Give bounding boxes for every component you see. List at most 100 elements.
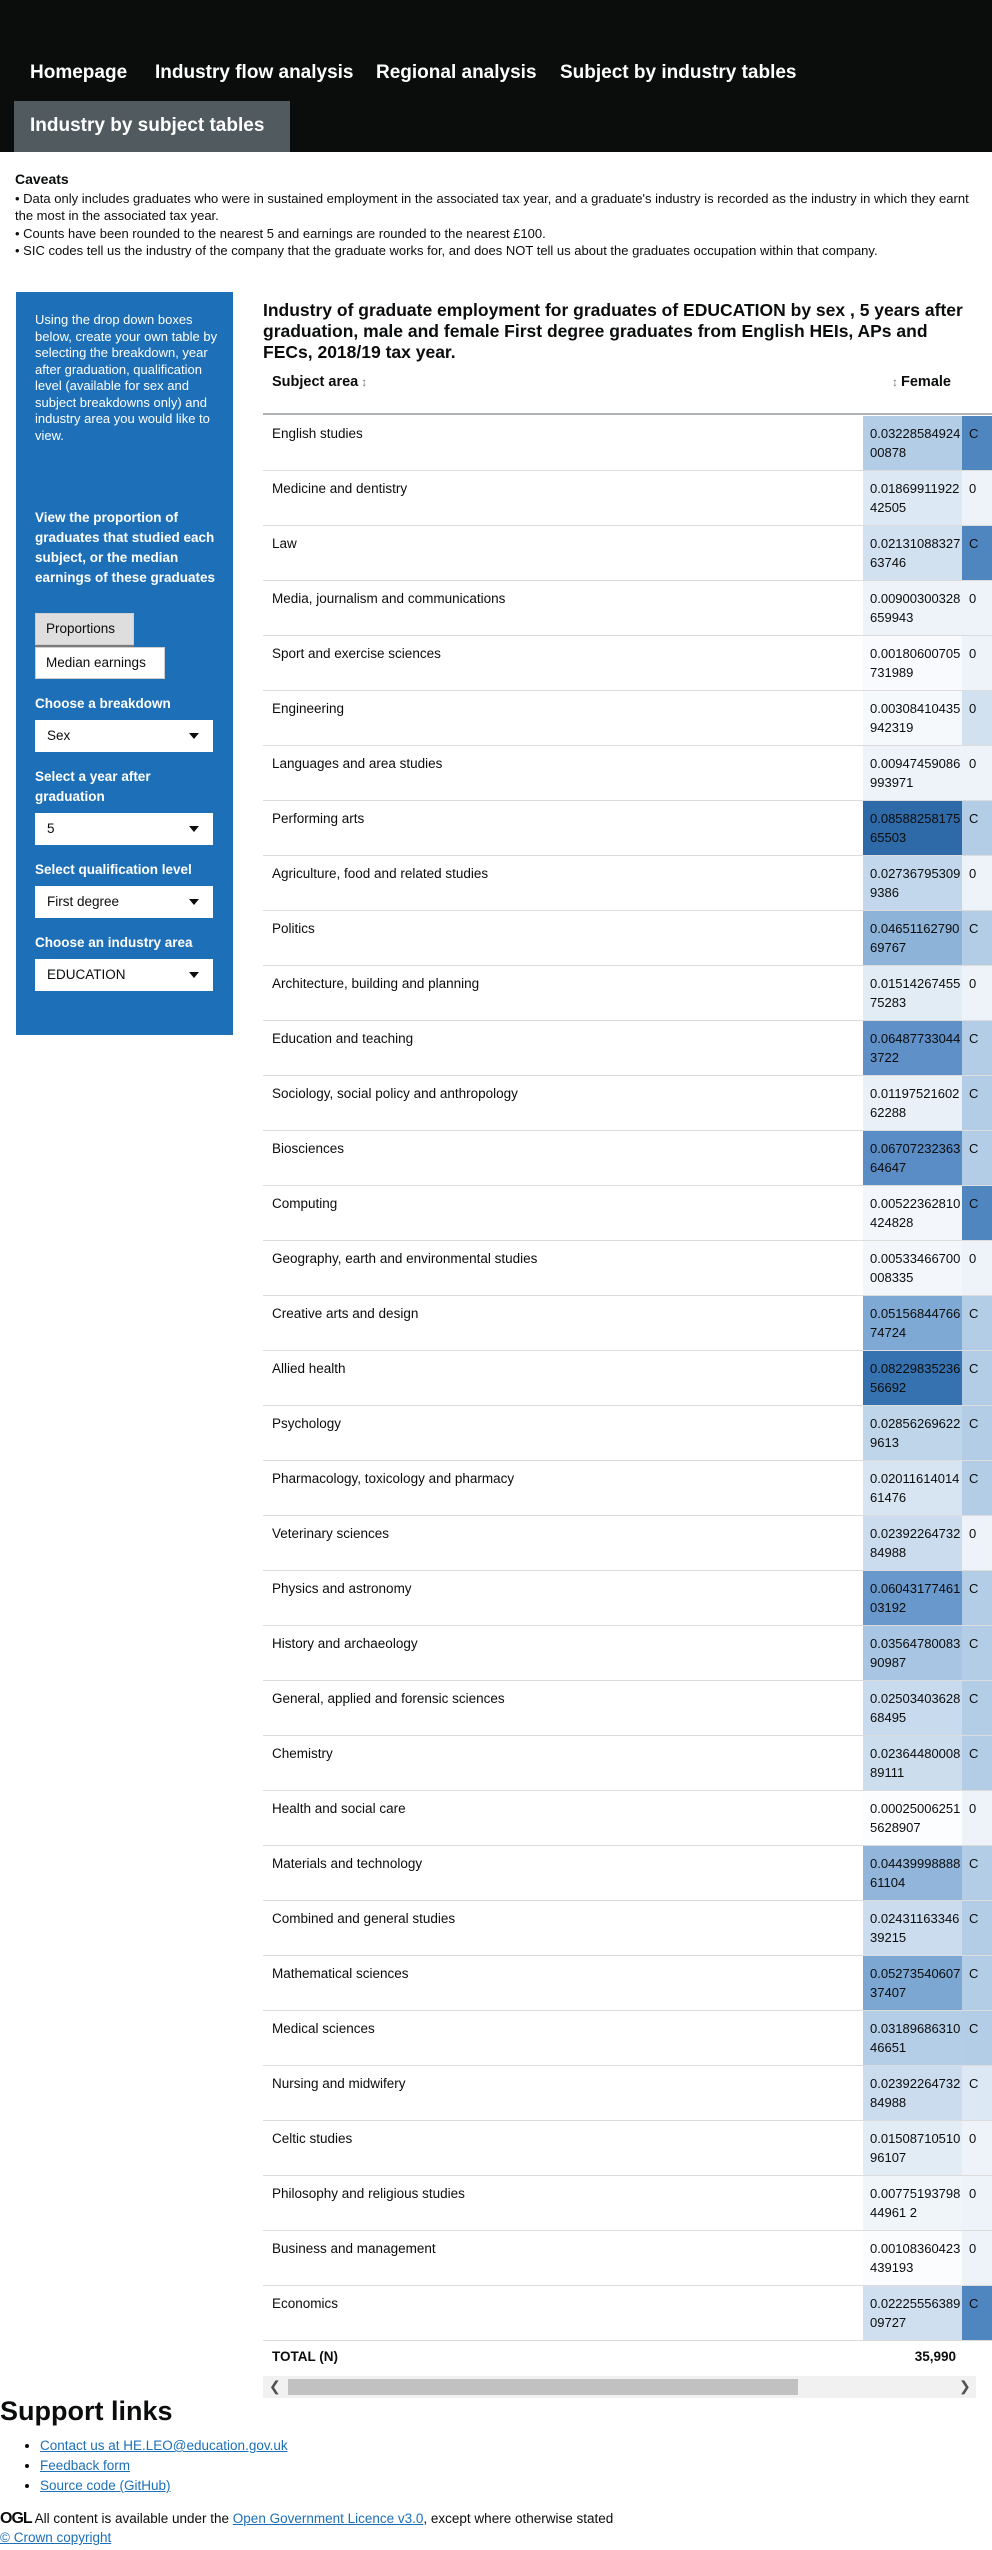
scroll-left-icon[interactable]: ❮ xyxy=(269,2378,281,2395)
feedback-link[interactable]: Feedback form xyxy=(40,2458,130,2473)
sort-icon[interactable]: ↕ xyxy=(361,375,367,389)
table-title: Industry of graduate employment for grad… xyxy=(263,300,963,362)
subject-cell: English studies xyxy=(272,426,363,441)
next-column-cell: C xyxy=(962,911,992,965)
next-column-cell: C xyxy=(962,1021,992,1075)
subject-cell: Agriculture, food and related studies xyxy=(272,866,489,881)
nav-industry-flow-analysis[interactable]: Industry flow analysis xyxy=(155,62,354,84)
table-row: Philosophy and religious studies 0.007751… xyxy=(263,2176,992,2231)
next-column-cell: C xyxy=(962,1901,992,1955)
table-row: Architecture, building and planning 0.015… xyxy=(263,966,992,1021)
table-row: Chemistry 0.0236448000889111 C xyxy=(263,1736,992,1791)
female-proportion-cell: 0.0150871051096107 xyxy=(863,2121,962,2175)
scroll-right-icon[interactable]: ❯ xyxy=(959,2378,971,2395)
horizontal-scrollbar[interactable]: ❮ ❯ xyxy=(263,2376,976,2398)
next-column-cell: C xyxy=(962,1956,992,2010)
next-column-cell: 0 xyxy=(962,636,992,690)
nav-active-label: Industry by subject tables xyxy=(30,115,265,136)
subject-cell: Economics xyxy=(272,2296,339,2311)
caveat-line: • Data only includes graduates who were … xyxy=(15,190,969,224)
industry-select[interactable]: EDUCATION xyxy=(35,959,213,991)
subject-cell: Engineering xyxy=(272,701,345,716)
next-column-cell: 0 xyxy=(962,471,992,525)
subject-cell: Law xyxy=(272,536,297,551)
subject-cell: Computing xyxy=(272,1196,338,1211)
year-select[interactable]: 5 xyxy=(35,813,213,845)
table-row: Economics 0.0222555638909727 C xyxy=(263,2286,992,2341)
contact-link[interactable]: Contact us at HE.LEO@education.gov.uk xyxy=(40,2438,288,2453)
next-column-cell: 0 xyxy=(962,1516,992,1570)
median-earnings-button[interactable]: Median earnings xyxy=(35,647,165,679)
female-proportion-cell: 0.0356478008390987 xyxy=(863,1626,962,1680)
next-column-cell: 0 xyxy=(962,746,992,800)
proportion-heading: View the proportion of graduates that st… xyxy=(35,510,216,585)
source-code-link[interactable]: Source code (GitHub) xyxy=(40,2478,171,2493)
female-proportion-cell: 0.00108360423439193 xyxy=(863,2231,962,2285)
female-proportion-cell: 0.0201161401461476 xyxy=(863,1461,962,1515)
table-row: Medical sciences 0.0318968631046651 C xyxy=(263,2011,992,2066)
next-column-cell: C xyxy=(962,801,992,855)
table-row: Veterinary sciences 0.0239226473284988 0 xyxy=(263,1516,992,1571)
next-column-cell: 0 xyxy=(962,966,992,1020)
sort-icon[interactable]: ↕ xyxy=(892,375,898,389)
table-row: Business and management 0.001083604234391… xyxy=(263,2231,992,2286)
next-column-cell: C xyxy=(962,1571,992,1625)
table-row: Allied health 0.0822983523656692 C xyxy=(263,1351,992,1406)
top-navigation-bar: Homepage Industry flow analysis Regional… xyxy=(0,0,992,152)
table-row: Media, journalism and communications 0.00… xyxy=(263,581,992,636)
proportions-button[interactable]: Proportions xyxy=(35,613,134,645)
industry-label: Choose an industry area xyxy=(35,935,193,950)
ogl-logo: OGL xyxy=(0,2510,33,2527)
next-column-cell: C xyxy=(962,1076,992,1130)
female-proportion-cell: 0.0515684476674724 xyxy=(863,1296,962,1350)
table-header-divider xyxy=(263,413,992,415)
next-column-cell: 0 xyxy=(962,691,992,745)
licence-link[interactable]: Open Government Licence v3.0 xyxy=(233,2511,424,2526)
next-column-cell: C xyxy=(962,526,992,580)
next-column-cell: 0 xyxy=(962,2121,992,2175)
subject-cell: Materials and technology xyxy=(272,1856,423,1871)
next-column-cell: C xyxy=(962,2066,992,2120)
female-proportion-cell: 0.0213108832763746 xyxy=(863,526,962,580)
nav-regional-analysis[interactable]: Regional analysis xyxy=(376,62,537,84)
female-proportion-cell: 0.0239226473284988 xyxy=(863,2066,962,2120)
scrollbar-thumb[interactable] xyxy=(288,2379,798,2395)
table-row: Law 0.0213108832763746 C xyxy=(263,526,992,581)
subject-cell: Biosciences xyxy=(272,1141,345,1156)
next-column-cell: C xyxy=(962,1186,992,1240)
table-total-row: TOTAL (N) 35,990 xyxy=(263,2340,992,2376)
crown-copyright-link[interactable]: © Crown copyright xyxy=(0,2530,111,2545)
nav-subject-by-industry-tables[interactable]: Subject by industry tables xyxy=(560,62,797,84)
subject-cell: Allied health xyxy=(272,1361,346,1376)
next-column-cell: C xyxy=(962,1296,992,1350)
female-proportion-cell: 0.0151426745575283 xyxy=(863,966,962,1020)
next-column-cell: 0 xyxy=(962,2231,992,2285)
total-female-value: 35,990 xyxy=(914,2349,956,2364)
female-proportion-cell: 0.0443999888861104 xyxy=(863,1846,962,1900)
female-proportion-cell: 0.0239226473284988 xyxy=(863,1516,962,1570)
female-proportion-cell: 0.00900300328659943 xyxy=(863,581,962,635)
table-row: History and archaeology 0.035647800839098… xyxy=(263,1626,992,1681)
qualification-value: First degree xyxy=(47,894,120,909)
female-proportion-cell: 0.0250340362868495 xyxy=(863,1681,962,1735)
female-proportion-cell: 0.00308410435942319 xyxy=(863,691,962,745)
column-header-female[interactable]: ↕ Female xyxy=(889,374,951,390)
chevron-down-icon xyxy=(189,899,199,905)
next-column-cell: C xyxy=(962,416,992,470)
next-column-cell: C xyxy=(962,1351,992,1405)
table-row: Combined and general studies 0.0243116334… xyxy=(263,1901,992,1956)
breakdown-value: Sex xyxy=(47,728,71,743)
nav-homepage[interactable]: Homepage xyxy=(30,62,127,84)
female-proportion-cell: 0.0222555638909727 xyxy=(863,2286,962,2340)
breakdown-select[interactable]: Sex xyxy=(35,720,213,752)
subject-cell: Politics xyxy=(272,921,315,936)
subject-cell: Combined and general studies xyxy=(272,1911,456,1926)
nav-industry-by-subject-tables[interactable]: Industry by subject tables xyxy=(14,101,290,152)
qualification-select[interactable]: First degree xyxy=(35,886,213,918)
next-column-cell: 0 xyxy=(962,1241,992,1295)
table-row: Pharmacology, toxicology and pharmacy 0.0… xyxy=(263,1461,992,1516)
female-proportion-cell: 0.0236448000889111 xyxy=(863,1736,962,1790)
female-proportion-cell: 0.0186991192242505 xyxy=(863,471,962,525)
table-row: Health and social care 0.0002500625156289… xyxy=(263,1791,992,1846)
column-header-subject[interactable]: Subject area ↕ xyxy=(272,374,370,390)
